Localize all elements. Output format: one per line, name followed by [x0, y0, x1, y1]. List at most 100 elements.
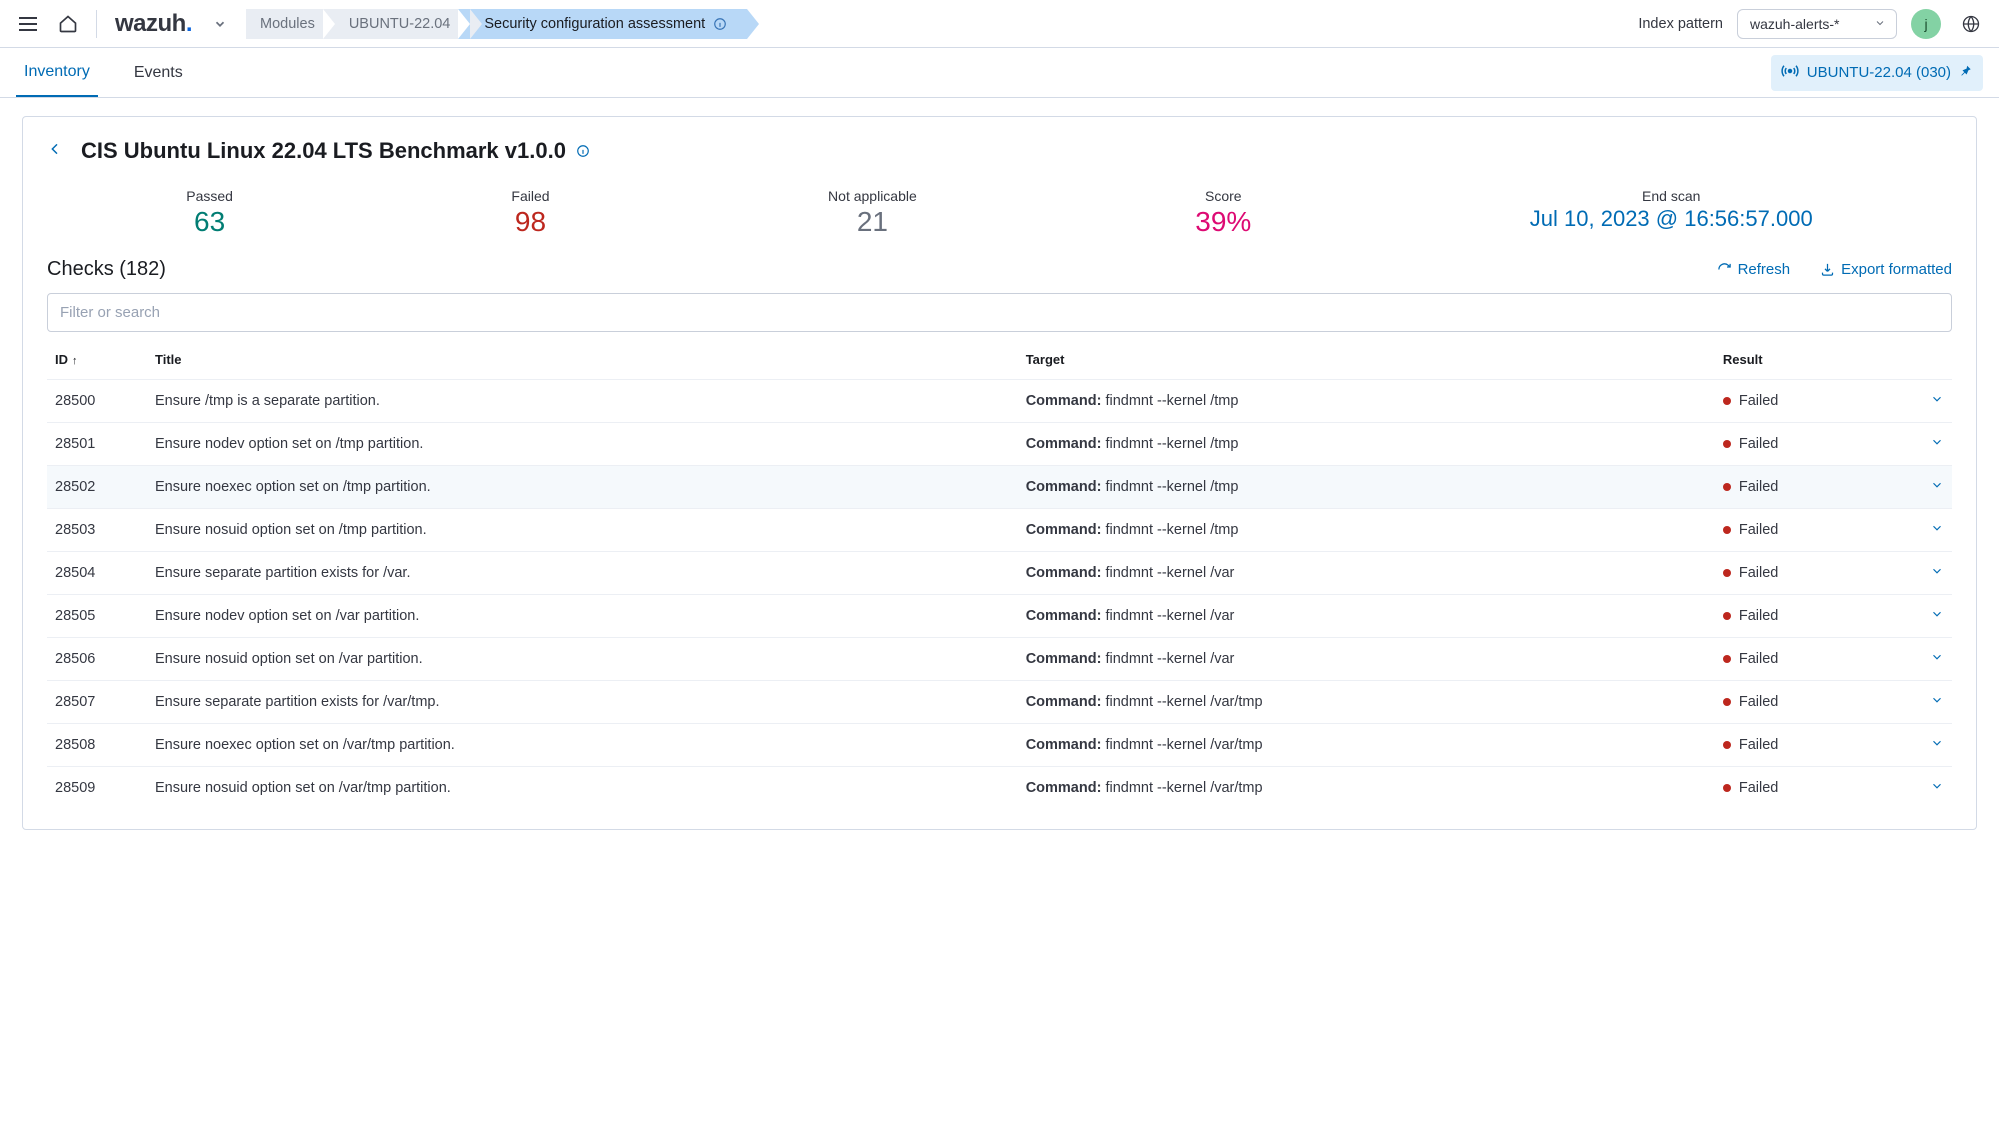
status-dot-icon: [1723, 440, 1731, 448]
cell-target: Command: findmnt --kernel /var: [1018, 638, 1715, 681]
cell-target: Command: findmnt --kernel /var/tmp: [1018, 724, 1715, 767]
cell-result: Failed: [1715, 552, 1912, 595]
logo[interactable]: wazuh.: [109, 10, 198, 38]
menu-icon[interactable]: [12, 8, 44, 40]
cell-result: Failed: [1715, 638, 1912, 681]
avatar[interactable]: j: [1911, 9, 1941, 39]
cell-id: 28506: [47, 638, 147, 681]
tab-events[interactable]: Events: [126, 48, 191, 97]
checks-header: Checks (182): [47, 258, 166, 281]
cell-target: Command: findmnt --kernel /var/tmp: [1018, 767, 1715, 810]
expand-row-button[interactable]: [1912, 552, 1952, 595]
index-pattern-select[interactable]: wazuh-alerts-*: [1737, 9, 1897, 39]
cell-target: Command: findmnt --kernel /var: [1018, 552, 1715, 595]
checks-table: ID↑ Title Target Result 28500Ensure /tmp…: [47, 340, 1952, 809]
stat-na: Not applicable 21: [828, 188, 917, 238]
search-input[interactable]: [47, 293, 1952, 332]
table-row[interactable]: 28507Ensure separate partition exists fo…: [47, 681, 1952, 724]
cell-result: Failed: [1715, 681, 1912, 724]
info-icon[interactable]: [713, 17, 727, 31]
tab-inventory[interactable]: Inventory: [16, 48, 98, 97]
cell-title: Ensure nodev option set on /tmp partitio…: [147, 423, 1018, 466]
cell-id: 28501: [47, 423, 147, 466]
stat-endscan: End scan Jul 10, 2023 @ 16:56:57.000: [1530, 188, 1813, 232]
expand-row-button[interactable]: [1912, 681, 1952, 724]
cell-title: Ensure nosuid option set on /var partiti…: [147, 638, 1018, 681]
cell-title: Ensure separate partition exists for /va…: [147, 552, 1018, 595]
cell-id: 28508: [47, 724, 147, 767]
table-row[interactable]: 28506Ensure nosuid option set on /var pa…: [47, 638, 1952, 681]
expand-row-button[interactable]: [1912, 423, 1952, 466]
refresh-button[interactable]: Refresh: [1717, 261, 1791, 278]
col-id[interactable]: ID↑: [47, 340, 147, 380]
cell-id: 28507: [47, 681, 147, 724]
cell-title: Ensure separate partition exists for /va…: [147, 681, 1018, 724]
table-row[interactable]: 28508Ensure noexec option set on /var/tm…: [47, 724, 1952, 767]
topbar: wazuh. Modules UBUNTU-22.04 Security con…: [0, 0, 1999, 48]
back-button[interactable]: [47, 137, 63, 164]
expand-row-button[interactable]: [1912, 595, 1952, 638]
cell-target: Command: findmnt --kernel /tmp: [1018, 380, 1715, 423]
news-icon[interactable]: [1955, 8, 1987, 40]
status-dot-icon: [1723, 526, 1731, 534]
table-row[interactable]: 28501Ensure nodev option set on /tmp par…: [47, 423, 1952, 466]
stat-score: Score 39%: [1195, 188, 1251, 238]
col-target[interactable]: Target: [1018, 340, 1715, 380]
sort-asc-icon: ↑: [72, 355, 78, 367]
breadcrumb-sca[interactable]: Security configuration assessment: [458, 9, 747, 39]
cell-title: Ensure noexec option set on /tmp partiti…: [147, 466, 1018, 509]
pin-icon[interactable]: [1959, 63, 1973, 83]
breadcrumb: Modules UBUNTU-22.04 Security configurat…: [246, 9, 747, 39]
benchmark-panel: CIS Ubuntu Linux 22.04 LTS Benchmark v1.…: [22, 116, 1977, 830]
col-result[interactable]: Result: [1715, 340, 1912, 380]
table-row[interactable]: 28505Ensure nodev option set on /var par…: [47, 595, 1952, 638]
status-dot-icon: [1723, 397, 1731, 405]
cell-result: Failed: [1715, 509, 1912, 552]
cell-id: 28505: [47, 595, 147, 638]
cell-title: Ensure /tmp is a separate partition.: [147, 380, 1018, 423]
breadcrumb-modules[interactable]: Modules: [246, 9, 335, 39]
cell-target: Command: findmnt --kernel /tmp: [1018, 509, 1715, 552]
cell-title: Ensure noexec option set on /var/tmp par…: [147, 724, 1018, 767]
cell-result: Failed: [1715, 724, 1912, 767]
expand-row-button[interactable]: [1912, 724, 1952, 767]
agent-badge[interactable]: UBUNTU-22.04 (030): [1771, 55, 1983, 91]
cell-result: Failed: [1715, 423, 1912, 466]
table-row[interactable]: 28509Ensure nosuid option set on /var/tm…: [47, 767, 1952, 810]
cell-id: 28500: [47, 380, 147, 423]
divider: [96, 10, 97, 38]
status-dot-icon: [1723, 483, 1731, 491]
table-row[interactable]: 28502Ensure noexec option set on /tmp pa…: [47, 466, 1952, 509]
export-button[interactable]: Export formatted: [1820, 261, 1952, 278]
cell-result: Failed: [1715, 767, 1912, 810]
cell-id: 28503: [47, 509, 147, 552]
app-switcher-icon[interactable]: [206, 10, 234, 38]
status-dot-icon: [1723, 569, 1731, 577]
expand-row-button[interactable]: [1912, 380, 1952, 423]
tab-row: Inventory Events UBUNTU-22.04 (030): [0, 48, 1999, 98]
home-icon[interactable]: [52, 8, 84, 40]
expand-row-button[interactable]: [1912, 466, 1952, 509]
col-title[interactable]: Title: [147, 340, 1018, 380]
cell-result: Failed: [1715, 466, 1912, 509]
cell-id: 28509: [47, 767, 147, 810]
cell-result: Failed: [1715, 380, 1912, 423]
table-row[interactable]: 28500Ensure /tmp is a separate partition…: [47, 380, 1952, 423]
cell-title: Ensure nodev option set on /var partitio…: [147, 595, 1018, 638]
table-row[interactable]: 28504Ensure separate partition exists fo…: [47, 552, 1952, 595]
broadcast-icon: [1781, 62, 1799, 84]
stat-passed: Passed 63: [186, 188, 233, 238]
chevron-down-icon: [1874, 16, 1886, 32]
stat-failed: Failed 98: [511, 188, 549, 238]
benchmark-title: CIS Ubuntu Linux 22.04 LTS Benchmark v1.…: [81, 138, 590, 164]
stats-row: Passed 63 Failed 98 Not applicable 21 Sc…: [47, 182, 1952, 248]
cell-target: Command: findmnt --kernel /var: [1018, 595, 1715, 638]
table-row[interactable]: 28503Ensure nosuid option set on /tmp pa…: [47, 509, 1952, 552]
expand-row-button[interactable]: [1912, 509, 1952, 552]
status-dot-icon: [1723, 655, 1731, 663]
status-dot-icon: [1723, 741, 1731, 749]
expand-row-button[interactable]: [1912, 638, 1952, 681]
info-icon[interactable]: [576, 138, 590, 164]
expand-row-button[interactable]: [1912, 767, 1952, 810]
cell-target: Command: findmnt --kernel /tmp: [1018, 466, 1715, 509]
